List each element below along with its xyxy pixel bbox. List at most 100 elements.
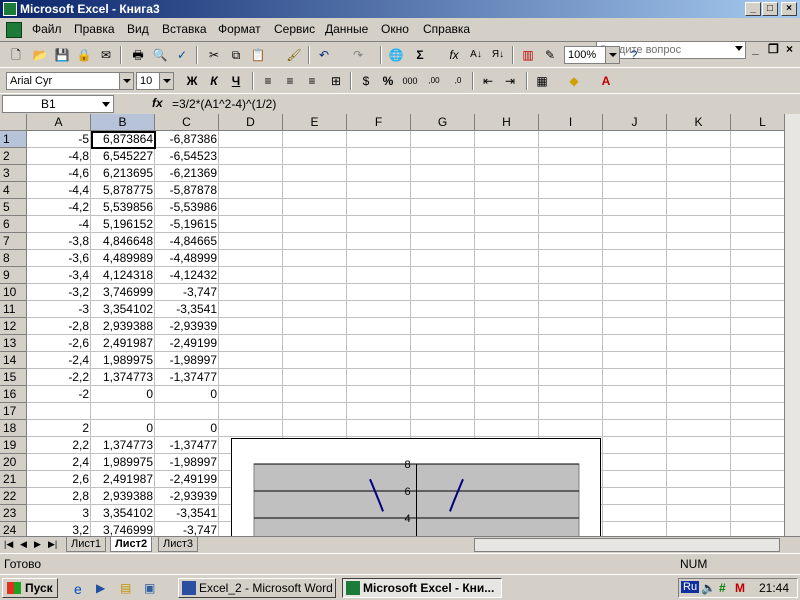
row-header-15[interactable]: 15 (0, 369, 27, 386)
cell-b9[interactable]: 4,124318 (91, 267, 155, 284)
prev-sheet-icon[interactable]: ◀ (20, 539, 27, 550)
cell-c10[interactable]: -3,747 (155, 284, 219, 301)
cell-a11[interactable]: -3 (27, 301, 91, 318)
row-header-8[interactable]: 8 (0, 250, 27, 267)
cell-a17[interactable] (27, 403, 91, 420)
chart-wizard-icon[interactable]: ▥ (520, 47, 536, 63)
merge-center-icon[interactable]: ⊞ (328, 73, 344, 89)
cut-icon[interactable]: ✂ (206, 47, 222, 63)
zoom-select[interactable]: 100% (564, 46, 620, 64)
increase-decimal-icon[interactable]: ,00 (426, 73, 442, 89)
excel-app-icon[interactable] (3, 2, 17, 16)
cell-a19[interactable]: 2,2 (27, 437, 91, 454)
row-header-7[interactable]: 7 (0, 233, 27, 250)
cell-a12[interactable]: -2,8 (27, 318, 91, 335)
cell-b19[interactable]: 1,374773 (91, 437, 155, 454)
row-header-6[interactable]: 6 (0, 216, 27, 233)
copy-icon[interactable]: ⧉ (228, 47, 244, 63)
sort-descending-icon[interactable]: Я↓ (490, 47, 506, 63)
row-header-14[interactable]: 14 (0, 352, 27, 369)
cell-b17[interactable] (91, 403, 155, 420)
next-sheet-icon[interactable]: ▶ (34, 539, 41, 550)
redo-icon[interactable]: ↷ (350, 47, 366, 63)
cell-b5[interactable]: 5,539856 (91, 199, 155, 216)
row-header-4[interactable]: 4 (0, 182, 27, 199)
cell-c23[interactable]: -3,3541 (155, 505, 219, 522)
workbook-icon[interactable] (6, 22, 22, 38)
column-header-d[interactable]: D (219, 114, 283, 131)
decrease-decimal-icon[interactable]: ,0 (450, 73, 466, 89)
start-button[interactable]: Пуск (2, 578, 58, 598)
cell-a14[interactable]: -2,4 (27, 352, 91, 369)
column-header-f[interactable]: F (347, 114, 411, 131)
menu-tools[interactable]: Сервис (274, 22, 315, 36)
cell-b6[interactable]: 5,196152 (91, 216, 155, 233)
row-header-3[interactable]: 3 (0, 165, 27, 182)
email-icon[interactable]: ✉ (98, 47, 114, 63)
cell-b7[interactable]: 4,846648 (91, 233, 155, 250)
task-excel[interactable]: Microsoft Excel - Кни... (342, 578, 502, 598)
cell-a22[interactable]: 2,8 (27, 488, 91, 505)
cell-a4[interactable]: -4,4 (27, 182, 91, 199)
cell-c24[interactable]: -3,747 (155, 522, 219, 536)
internet-explorer-icon[interactable]: e (74, 581, 90, 597)
horizontal-scrollbar[interactable] (474, 538, 780, 552)
cell-c9[interactable]: -4,12432 (155, 267, 219, 284)
new-icon[interactable]: 🗋 (8, 47, 24, 63)
cell-a15[interactable]: -2,2 (27, 369, 91, 386)
cell-c7[interactable]: -4,84665 (155, 233, 219, 250)
align-center-icon[interactable]: ≡ (282, 73, 298, 89)
increase-indent-icon[interactable]: ⇥ (502, 73, 518, 89)
cell-a24[interactable]: 3,2 (27, 522, 91, 536)
cell-c5[interactable]: -5,53986 (155, 199, 219, 216)
spelling-icon[interactable]: ✓ (174, 47, 190, 63)
insert-function-fx-icon[interactable]: fx (152, 96, 163, 110)
menu-data[interactable]: Данные (325, 22, 368, 36)
print-icon[interactable]: 🖶 (130, 47, 146, 63)
cell-c4[interactable]: -5,87878 (155, 182, 219, 199)
volume-icon[interactable]: 🔈 (701, 581, 716, 595)
cell-b22[interactable]: 2,939388 (91, 488, 155, 505)
decrease-indent-icon[interactable]: ⇤ (480, 73, 496, 89)
cell-b3[interactable]: 6,213695 (91, 165, 155, 182)
row-header-12[interactable]: 12 (0, 318, 27, 335)
undo-icon[interactable]: ↶ (316, 47, 332, 63)
row-header-20[interactable]: 20 (0, 454, 27, 471)
row-header-21[interactable]: 21 (0, 471, 27, 488)
sort-ascending-icon[interactable]: A↓ (468, 47, 484, 63)
cell-c6[interactable]: -5,19615 (155, 216, 219, 233)
cell-a8[interactable]: -3,6 (27, 250, 91, 267)
insert-function-icon[interactable]: fx (446, 47, 462, 63)
save-icon[interactable]: 💾 (54, 47, 70, 63)
row-header-22[interactable]: 22 (0, 488, 27, 505)
open-icon[interactable]: 📂 (32, 47, 48, 63)
column-header-e[interactable]: E (283, 114, 347, 131)
column-header-c[interactable]: C (155, 114, 219, 131)
cell-c13[interactable]: -2,49199 (155, 335, 219, 352)
network-icon[interactable]: # (719, 581, 726, 595)
row-header-18[interactable]: 18 (0, 420, 27, 437)
cell-a23[interactable]: 3 (27, 505, 91, 522)
row-header-11[interactable]: 11 (0, 301, 27, 318)
underline-button[interactable]: Ч (228, 73, 244, 89)
cell-c1[interactable]: -6,87386 (155, 131, 219, 148)
desktop-icon[interactable]: ▣ (144, 581, 160, 597)
vertical-scrollbar[interactable] (784, 114, 800, 536)
name-box-dropdown-icon[interactable] (102, 102, 110, 107)
cell-a20[interactable]: 2,4 (27, 454, 91, 471)
formula-input[interactable]: =3/2*(A1^2-4)^(1/2) (172, 97, 276, 111)
column-header-k[interactable]: K (667, 114, 731, 131)
column-header-h[interactable]: H (475, 114, 539, 131)
antivirus-icon[interactable]: M (735, 581, 745, 595)
font-color-icon[interactable]: A (598, 73, 614, 89)
select-all-corner[interactable] (0, 114, 27, 131)
cell-a18[interactable]: 2 (27, 420, 91, 437)
print-preview-icon[interactable]: 🔍 (152, 47, 168, 63)
cell-a7[interactable]: -3,8 (27, 233, 91, 250)
column-header-i[interactable]: I (539, 114, 603, 131)
cell-c11[interactable]: -3,3541 (155, 301, 219, 318)
cell-c17[interactable] (155, 403, 219, 420)
cell-c19[interactable]: -1,37477 (155, 437, 219, 454)
cell-b15[interactable]: 1,374773 (91, 369, 155, 386)
menu-help[interactable]: Справка (423, 22, 470, 36)
